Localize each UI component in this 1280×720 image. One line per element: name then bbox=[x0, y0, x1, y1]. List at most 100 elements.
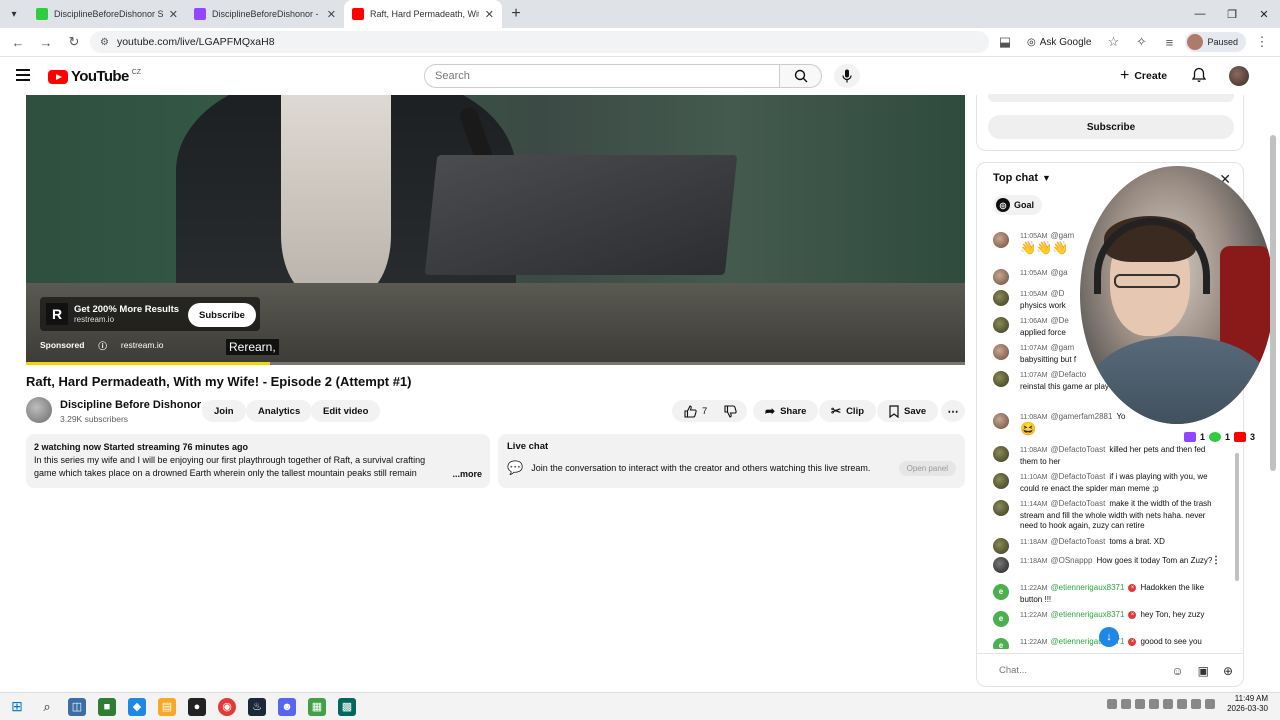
obs-icon[interactable]: ● bbox=[188, 697, 206, 716]
clip-button[interactable]: ✂ Clip bbox=[819, 400, 877, 422]
video-progress-bar[interactable] bbox=[26, 362, 965, 365]
ask-google-label: Ask Google bbox=[1039, 36, 1092, 48]
tab-close-icon[interactable]: ✕ bbox=[485, 8, 494, 21]
share-button[interactable]: ➦ Share bbox=[753, 400, 819, 422]
media-controls-icon[interactable]: ≡ bbox=[1157, 30, 1181, 54]
tray-icon[interactable] bbox=[1121, 699, 1132, 709]
page-scrollbar[interactable] bbox=[1270, 135, 1276, 471]
windows-start-icon[interactable]: ⊞ bbox=[8, 698, 26, 716]
scroll-to-bottom-button[interactable]: ↓ bbox=[1099, 627, 1119, 647]
chat-message[interactable]: 11:18AM @OSnappp How goes it today Tom an … bbox=[993, 555, 1221, 573]
steam-icon[interactable]: ♨ bbox=[248, 697, 266, 716]
app-icon[interactable]: ◫ bbox=[68, 697, 86, 716]
tab-close-icon[interactable]: ✕ bbox=[327, 8, 336, 21]
browser-tab[interactable]: DisciplineBeforeDishonor - Twi ✕ bbox=[186, 0, 344, 28]
tray-icon[interactable] bbox=[1107, 699, 1118, 709]
discord-icon[interactable]: ☻ bbox=[278, 697, 296, 716]
close-window-icon[interactable]: ✕ bbox=[1248, 0, 1280, 28]
chat-input[interactable]: Chat... bbox=[999, 665, 1157, 676]
add-icon[interactable]: ⊕ bbox=[1223, 664, 1233, 678]
browser-tab-active[interactable]: Raft, Hard Permadeath, With m ✕ bbox=[344, 0, 502, 28]
more-actions-button[interactable]: ⋯ bbox=[941, 400, 965, 422]
goal-button[interactable]: ◎ Goal bbox=[993, 195, 1043, 215]
save-button[interactable]: Save bbox=[877, 400, 939, 422]
video-player[interactable]: R Get 200% More Results restream.io Subs… bbox=[26, 95, 965, 365]
message-author: @DefactoToast bbox=[1050, 537, 1106, 546]
new-tab-button[interactable]: + bbox=[502, 0, 530, 28]
hamburger-menu-icon[interactable] bbox=[16, 69, 30, 81]
chat-scrollbar[interactable] bbox=[1235, 453, 1239, 581]
youtube-logo[interactable]: YouTube CZ bbox=[48, 68, 141, 85]
wifi-icon[interactable] bbox=[1177, 699, 1188, 709]
info-icon[interactable]: ⓘ bbox=[98, 340, 107, 352]
channel-avatar[interactable] bbox=[26, 397, 52, 423]
message-author: @Defacto bbox=[1050, 370, 1087, 379]
browser-menu-icon[interactable]: ⋮ bbox=[1250, 30, 1274, 54]
bookmark-star-icon[interactable]: ☆ bbox=[1101, 30, 1125, 54]
analytics-button[interactable]: Analytics bbox=[246, 400, 313, 422]
voice-search-button[interactable] bbox=[834, 64, 860, 88]
profile-button[interactable]: Paused bbox=[1185, 32, 1246, 52]
volume-icon[interactable] bbox=[1191, 699, 1202, 709]
chat-message[interactable]: 11:08AM @DefactoToast killed her pets and … bbox=[993, 445, 1221, 467]
like-button[interactable]: 7 bbox=[672, 400, 716, 422]
description-box[interactable]: 2 watching now Started streaming 76 minu… bbox=[26, 434, 490, 488]
site-info-icon[interactable]: ⚙ bbox=[100, 37, 109, 48]
back-icon[interactable]: ← bbox=[6, 30, 30, 54]
chat-message[interactable]: 11:18AM @DefactoToast toms a brat. XD bbox=[993, 537, 1221, 554]
sidebar-subscribe-button[interactable]: Subscribe bbox=[988, 115, 1234, 139]
file-explorer-icon[interactable]: ▤ bbox=[158, 697, 176, 716]
super-chat-icon[interactable]: ▣ bbox=[1198, 664, 1209, 678]
message-author: @OSnappp bbox=[1050, 556, 1093, 565]
search-button[interactable] bbox=[780, 64, 822, 88]
system-clock[interactable]: 11:49 AM 2026-03-30 bbox=[1227, 694, 1268, 714]
battery-icon[interactable] bbox=[1205, 699, 1216, 709]
address-bar[interactable]: ⚙ youtube.com/live/LGAPFMQxaH8 bbox=[90, 31, 990, 53]
reload-icon[interactable]: ↻ bbox=[62, 30, 86, 54]
message-time: 11:07AM bbox=[1020, 372, 1048, 379]
account-avatar[interactable] bbox=[1229, 66, 1249, 86]
chat-message[interactable]: 11:10AM @DefactoToast if i was playing wit… bbox=[993, 472, 1221, 494]
channel-name[interactable]: Discipline Before Dishonor bbox=[60, 399, 201, 411]
ask-google-button[interactable]: ◎ Ask Google bbox=[1021, 37, 1097, 48]
app-icon[interactable]: ▦ bbox=[308, 697, 326, 716]
app-icon[interactable]: ▩ bbox=[338, 697, 356, 716]
emoji-icon[interactable]: ☺ bbox=[1171, 664, 1183, 678]
chat-message[interactable]: e 11:22AM @etiennerigaux8371 × hey Ton, hey… bbox=[993, 610, 1221, 627]
ad-subscribe-button[interactable]: Subscribe bbox=[188, 303, 256, 327]
plus-icon: + bbox=[1120, 67, 1130, 84]
open-panel-button[interactable]: Open panel bbox=[898, 460, 956, 476]
tray-icon[interactable] bbox=[1135, 699, 1146, 709]
dislike-button[interactable] bbox=[714, 400, 747, 422]
show-more-link[interactable]: ...more bbox=[450, 468, 482, 481]
sponsor-site[interactable]: restream.io bbox=[121, 340, 164, 352]
browser-tab[interactable]: DisciplineBeforeDishonor Strea ✕ bbox=[28, 0, 186, 28]
edit-video-button[interactable]: Edit video bbox=[311, 400, 381, 422]
message-menu-icon[interactable]: ⋮ bbox=[1211, 555, 1221, 567]
chat-message[interactable]: e 11:22AM @etiennerigaux8371 × Hadokken the… bbox=[993, 583, 1221, 605]
extensions-icon[interactable]: ✧ bbox=[1129, 30, 1153, 54]
install-app-icon[interactable]: ⬓ bbox=[993, 30, 1017, 54]
create-button[interactable]: + Create bbox=[1120, 66, 1167, 86]
tab-title: Raft, Hard Permadeath, With m bbox=[370, 9, 479, 19]
tab-search-icon[interactable]: ▾ bbox=[0, 0, 28, 28]
message-author: @gam bbox=[1050, 231, 1075, 240]
forward-icon[interactable]: → bbox=[34, 30, 58, 54]
chat-mode-dropdown[interactable]: Top chat ▼ bbox=[993, 172, 1051, 184]
maximize-icon[interactable]: ❐ bbox=[1216, 0, 1248, 28]
message-text: goood to see you bbox=[1140, 637, 1202, 646]
search-input[interactable]: Search bbox=[424, 64, 780, 88]
tray-icon[interactable] bbox=[1163, 699, 1174, 709]
search-taskbar-icon[interactable]: ⌕ bbox=[38, 698, 56, 716]
notifications-button[interactable] bbox=[1191, 67, 1207, 88]
chrome-icon[interactable]: ◉ bbox=[218, 697, 236, 716]
chat-message[interactable]: 11:14AM @DefactoToast make it the width of… bbox=[993, 499, 1221, 532]
tray-icon[interactable] bbox=[1149, 699, 1160, 709]
join-button[interactable]: Join bbox=[202, 400, 246, 422]
app-icon[interactable]: ◆ bbox=[128, 697, 146, 716]
tab-close-icon[interactable]: ✕ bbox=[169, 8, 178, 21]
youtube-count: 3 bbox=[1250, 432, 1256, 442]
minecraft-icon[interactable]: ■ bbox=[98, 697, 116, 716]
chat-avatar bbox=[993, 290, 1009, 306]
minimize-icon[interactable]: — bbox=[1184, 0, 1216, 28]
